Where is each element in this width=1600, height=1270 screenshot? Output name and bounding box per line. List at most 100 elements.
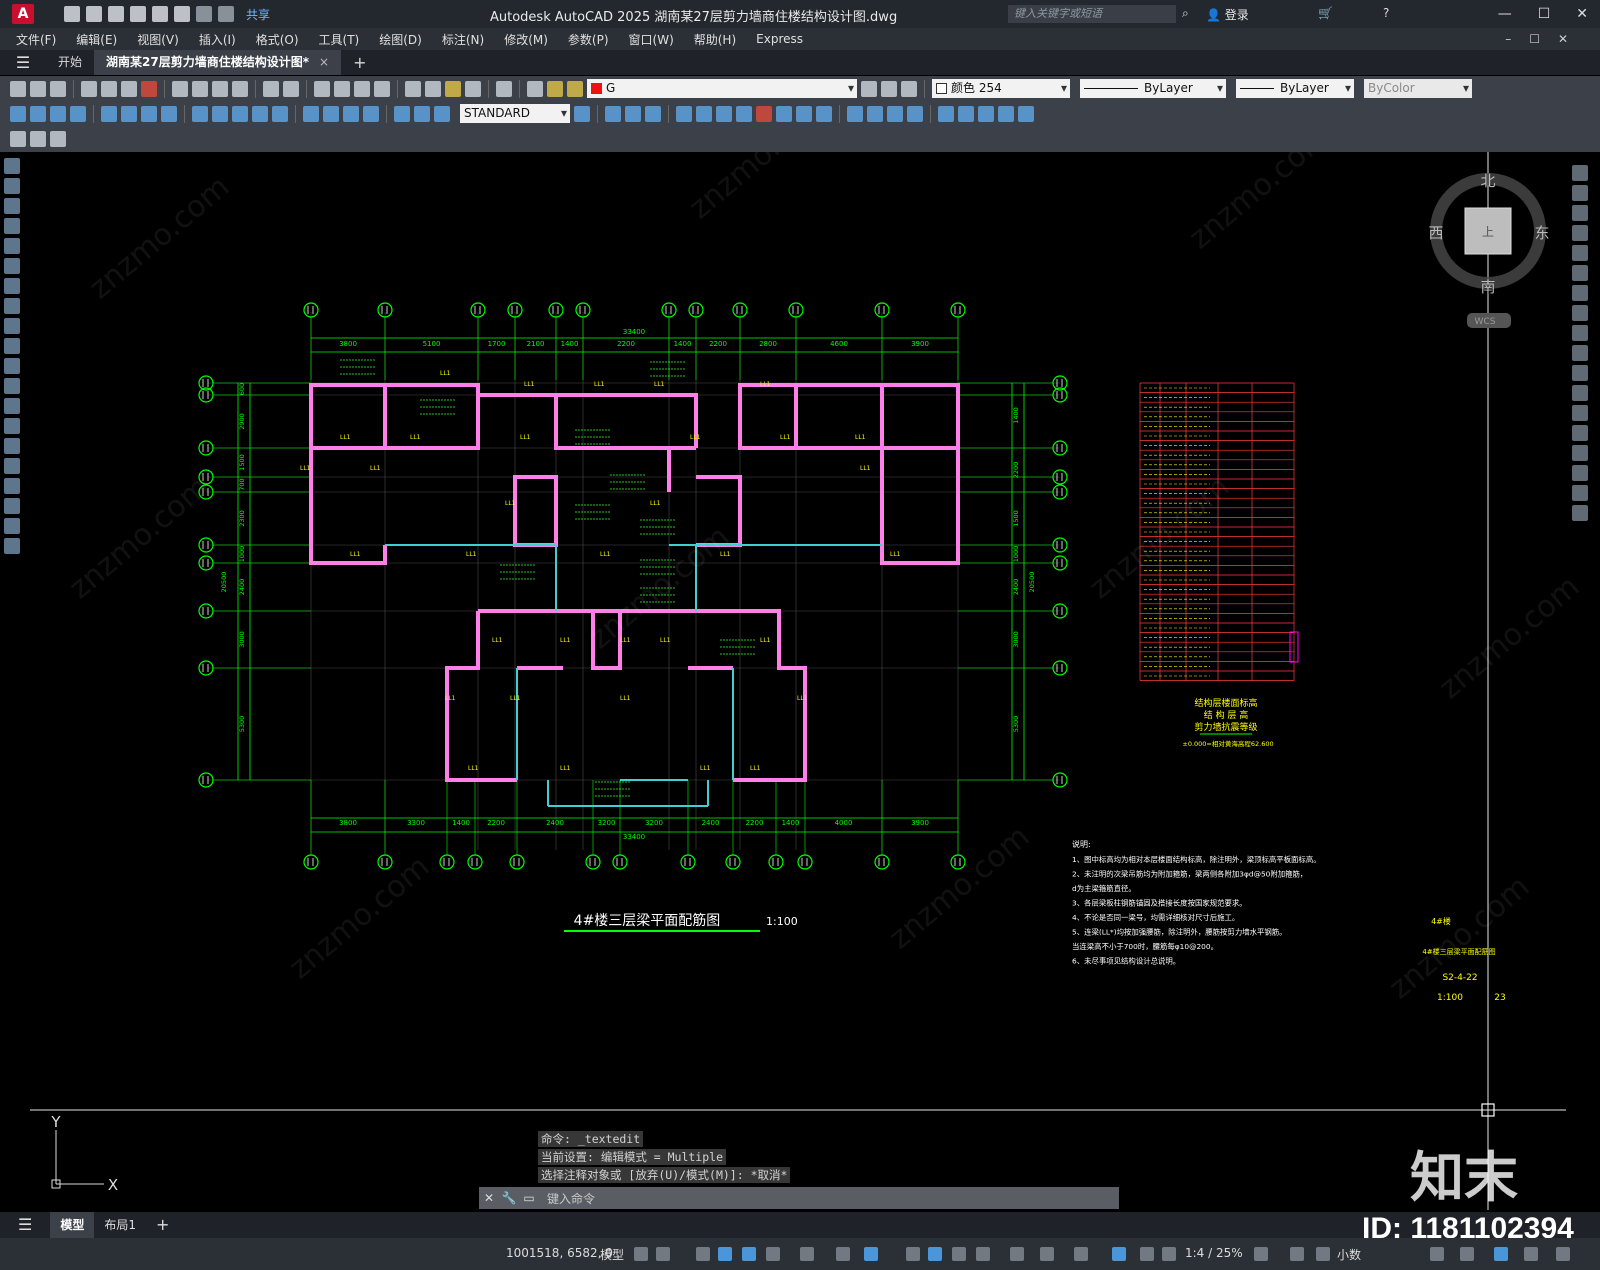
model-space-button[interactable]: 模型	[600, 1246, 624, 1263]
center-mark-icon[interactable]	[323, 105, 339, 122]
layer-state-icon[interactable]	[901, 80, 917, 97]
viewcube[interactable]: 上 北 南 东 西 WCS	[1428, 172, 1550, 328]
jogged-linear-icon[interactable]	[363, 105, 379, 122]
undo-icon[interactable]	[196, 6, 212, 22]
realistic-icon[interactable]	[887, 105, 903, 122]
customization-icon[interactable]	[1556, 1247, 1570, 1261]
dynamic-input-icon[interactable]	[718, 1247, 732, 1261]
copy-icon[interactable]	[192, 80, 208, 97]
dwf-icon[interactable]	[141, 80, 157, 97]
cut-icon[interactable]	[172, 80, 188, 97]
share-button[interactable]: 共享	[246, 6, 270, 23]
help-icon[interactable]	[496, 80, 512, 97]
gizmo-icon[interactable]	[1074, 1247, 1088, 1261]
zoom-realtime-icon[interactable]	[334, 80, 350, 97]
viewcube-east[interactable]: 东	[1534, 224, 1549, 242]
camera-icon[interactable]	[816, 105, 832, 122]
new-file-icon[interactable]	[64, 6, 80, 22]
ucs-world-icon[interactable]	[958, 105, 974, 122]
pan-icon[interactable]	[314, 80, 330, 97]
zoom-window-icon[interactable]	[354, 80, 370, 97]
recent-commands-icon[interactable]: ▭	[519, 1191, 539, 1205]
ellipse-icon[interactable]	[4, 338, 20, 354]
dim-style-icon[interactable]	[574, 105, 590, 122]
sw-iso-icon[interactable]	[736, 105, 752, 122]
color-dropdown[interactable]: 颜色 254	[932, 79, 1070, 98]
tab-document[interactable]: 湖南某27层剪力墙商住楼结构设计图* ×	[94, 50, 342, 75]
menu-format[interactable]: 格式(O)	[256, 31, 299, 48]
se-iso-icon[interactable]	[756, 105, 772, 122]
open-icon[interactable]	[30, 80, 46, 97]
quick-properties-icon[interactable]	[1430, 1247, 1444, 1261]
radius-icon[interactable]	[101, 105, 117, 122]
selection-filter-icon[interactable]	[1040, 1247, 1054, 1261]
hardware-acceleration-icon[interactable]	[1524, 1247, 1538, 1261]
properties-icon[interactable]	[405, 80, 421, 97]
object-snap-tracking-icon[interactable]	[836, 1247, 850, 1261]
search-input[interactable]: 键入关键字或短语	[1008, 5, 1176, 23]
make-block-icon[interactable]	[4, 398, 20, 414]
hatch-icon[interactable]	[4, 438, 20, 454]
visual-style-icon[interactable]	[847, 105, 863, 122]
add-selected-icon[interactable]	[4, 538, 20, 554]
annotation-visibility-icon[interactable]	[1112, 1247, 1126, 1261]
plotstyle-dropdown[interactable]: ByColor	[1364, 79, 1472, 98]
dim-text-edit-icon[interactable]	[414, 105, 430, 122]
quick-dim-icon[interactable]	[192, 105, 208, 122]
menu-window[interactable]: 窗口(W)	[629, 31, 674, 48]
line-icon[interactable]	[4, 158, 20, 174]
menu-file[interactable]: 文件(F)	[16, 31, 56, 48]
publish-icon[interactable]	[121, 80, 137, 97]
break-at-point-icon[interactable]	[1572, 385, 1588, 401]
menu-express[interactable]: Express	[756, 32, 803, 46]
nw-iso-icon[interactable]	[796, 105, 812, 122]
rotate-icon[interactable]	[1572, 285, 1588, 301]
erase-icon[interactable]	[1572, 165, 1588, 181]
annotation-scale[interactable]: 1:4 / 25%	[1185, 1246, 1243, 1260]
customize-command-icon[interactable]: 🔧	[499, 1191, 519, 1205]
auto-scale-icon[interactable]	[1140, 1247, 1154, 1261]
array-icon[interactable]	[1572, 245, 1588, 261]
maximize-icon[interactable]: ☐	[1538, 6, 1551, 22]
new-tab-button[interactable]: +	[341, 50, 378, 75]
lineweight-icon[interactable]	[906, 1247, 920, 1261]
3d-osnap-icon[interactable]	[976, 1247, 990, 1261]
grid-icon[interactable]	[634, 1247, 648, 1261]
layer-previous-icon[interactable]	[881, 80, 897, 97]
units-dropdown[interactable]: 小数	[1337, 1246, 1361, 1263]
linetype-dropdown[interactable]: ByLayer	[1080, 79, 1226, 98]
viewcube-north[interactable]: 北	[1480, 172, 1495, 190]
dim-space-icon[interactable]	[252, 105, 268, 122]
object-snap-icon[interactable]	[864, 1247, 878, 1261]
help-icon[interactable]: ?	[1383, 6, 1389, 20]
layer-on-icon[interactable]	[547, 80, 563, 97]
units-icon[interactable]	[1316, 1247, 1330, 1261]
shaded-icon[interactable]	[867, 105, 883, 122]
layer-walk-icon[interactable]	[50, 131, 66, 147]
diameter-icon[interactable]	[141, 105, 157, 122]
ortho-icon[interactable]	[742, 1247, 756, 1261]
view-right-icon[interactable]	[676, 105, 692, 122]
close-command-icon[interactable]: ✕	[479, 1191, 499, 1205]
qnew-icon[interactable]	[10, 80, 26, 97]
ordinate-icon[interactable]	[70, 105, 86, 122]
redo-icon[interactable]	[283, 80, 299, 97]
selection-cycling-icon[interactable]	[952, 1247, 966, 1261]
workspace-switch-icon[interactable]	[1254, 1247, 1268, 1261]
layer-freeze-icon[interactable]	[567, 80, 583, 97]
coordinate-readout[interactable]: 1001518, 6582, 0	[506, 1246, 613, 1260]
close-icon[interactable]: ✕	[1576, 6, 1588, 22]
preview-icon[interactable]	[101, 80, 117, 97]
publish-icon[interactable]	[152, 6, 168, 22]
menu-insert[interactable]: 插入(I)	[199, 31, 236, 48]
layer-dropdown[interactable]: G	[587, 79, 857, 98]
tab-close-icon[interactable]: ×	[319, 55, 329, 69]
view-bottom-icon[interactable]	[625, 105, 641, 122]
viewcube-south[interactable]: 南	[1480, 278, 1495, 296]
ucs-icon[interactable]	[938, 105, 954, 122]
cloud-icon[interactable]	[4, 298, 20, 314]
join-icon[interactable]	[1572, 425, 1588, 441]
minimize-icon[interactable]: —	[1498, 6, 1512, 22]
autocad-logo-icon[interactable]: A	[12, 4, 34, 24]
ne-iso-icon[interactable]	[776, 105, 792, 122]
